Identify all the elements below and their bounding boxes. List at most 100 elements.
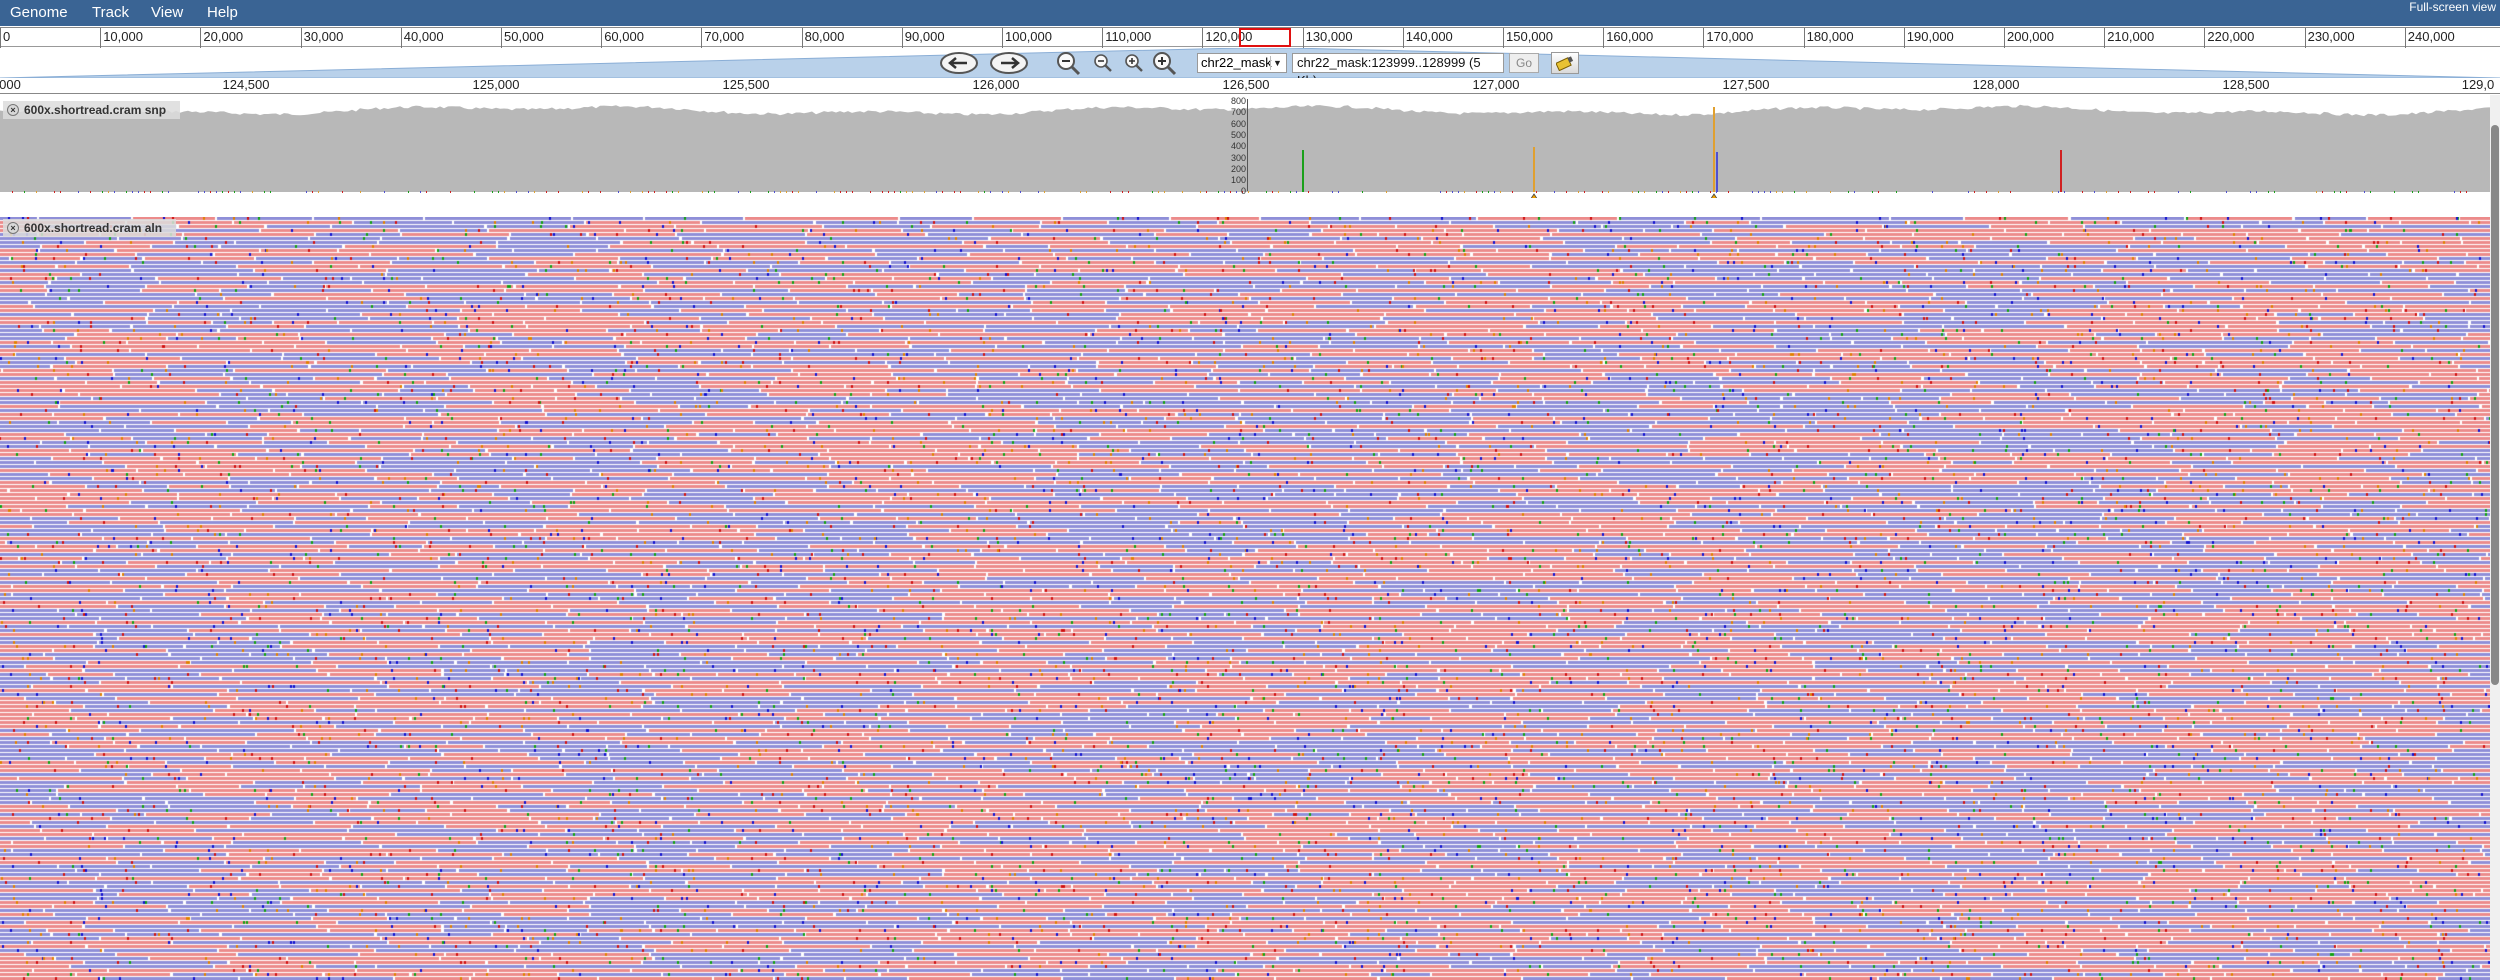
close-icon[interactable]: × xyxy=(7,104,19,116)
detail-ruler-tick-label: 127,000 xyxy=(1472,77,1520,92)
mismatch-tick xyxy=(1710,191,1711,193)
mismatch-tick xyxy=(1464,191,1465,193)
mismatch-tick xyxy=(1854,191,1855,193)
mismatch-tick xyxy=(234,191,235,193)
mismatch-tick xyxy=(1584,191,1585,193)
detail-ruler-tick-label: 129,0 xyxy=(2461,77,2495,92)
zoom-out-small-button[interactable] xyxy=(1092,50,1114,76)
mismatch-tick xyxy=(2082,191,2083,193)
overview-tick-label: 110,000 xyxy=(1102,28,1151,48)
mismatch-tick xyxy=(1536,191,1537,193)
menu-genome[interactable]: Genome xyxy=(6,0,72,26)
snp-marker[interactable] xyxy=(1302,150,1304,192)
mismatch-tick xyxy=(768,191,769,193)
menu-view[interactable]: View xyxy=(147,0,187,26)
arrow-right-icon xyxy=(990,52,1028,74)
mismatch-tick xyxy=(1974,191,1975,193)
track-area[interactable]: 800 700 600 500 400 300 200 100 0 × 600x.shortre… xyxy=(0,95,2500,980)
mismatch-tick xyxy=(1896,191,1897,193)
overview-tick-label: 100,000 xyxy=(1002,28,1052,48)
mismatch-tick xyxy=(228,191,229,193)
mismatch-tick xyxy=(2412,191,2413,193)
mismatch-tick xyxy=(1692,191,1693,193)
alignment-reads-canvas[interactable] xyxy=(0,217,2490,980)
scrollbar-thumb[interactable] xyxy=(2491,125,2499,685)
zoom-out-icon xyxy=(1057,52,1081,76)
highlight-button[interactable] xyxy=(1551,52,1579,74)
pan-right-button[interactable] xyxy=(988,50,1030,76)
mismatch-tick xyxy=(1566,191,1567,193)
mismatch-tick xyxy=(2268,191,2269,193)
mismatch-tick xyxy=(774,191,775,193)
mismatch-tick xyxy=(54,191,55,193)
snp-track-label[interactable]: × 600x.shortread.cram snp xyxy=(3,101,181,119)
mismatch-tick xyxy=(1362,191,1363,193)
mismatch-tick xyxy=(2226,191,2227,193)
snp-marker[interactable] xyxy=(1713,107,1715,192)
mismatch-tick xyxy=(2052,191,2053,193)
mismatch-tick xyxy=(474,191,475,193)
mismatch-tick xyxy=(1500,191,1501,193)
snp-marker[interactable] xyxy=(1533,147,1535,192)
mismatch-tick xyxy=(1296,191,1297,193)
alignments-track-label[interactable]: × 600x.shortread.cram aln xyxy=(3,219,177,237)
coverage-scale-label: 0 xyxy=(1240,186,1246,197)
overview-tick-label: 230,000 xyxy=(2304,28,2355,48)
detail-ruler-tick-label: 126,000 xyxy=(972,77,1020,92)
close-icon[interactable]: × xyxy=(7,222,19,234)
detail-ruler-tick-label: 127,500 xyxy=(1722,77,1770,92)
mismatch-tick xyxy=(264,191,265,193)
mismatch-tick xyxy=(1110,191,1111,193)
chevron-down-icon: ▼ xyxy=(1270,56,1284,70)
mismatch-tick xyxy=(2334,191,2335,193)
overview-tick-label: 80,000 xyxy=(801,28,844,48)
mismatch-tick xyxy=(1290,191,1291,193)
overview-tick-label: 40,000 xyxy=(400,28,444,48)
mismatch-tick xyxy=(1386,191,1387,193)
mismatch-tick xyxy=(2346,191,2347,193)
menu-track[interactable]: Track xyxy=(88,0,133,26)
go-button[interactable]: Go xyxy=(1509,53,1539,73)
mismatch-tick xyxy=(1698,191,1699,193)
mismatch-tick xyxy=(708,191,709,193)
overview-tick-label: 190,000 xyxy=(1903,28,1954,48)
mismatch-tick xyxy=(2418,191,2419,193)
zoom-in-small-button[interactable] xyxy=(1123,50,1145,76)
mismatch-tick xyxy=(630,191,631,193)
mismatch-tick xyxy=(24,191,25,193)
mismatch-tick xyxy=(618,191,619,193)
mismatch-tick xyxy=(534,191,535,193)
zoom-in-big-button[interactable] xyxy=(1150,50,1180,76)
mismatch-tick xyxy=(2316,191,2317,193)
snp-marker[interactable] xyxy=(2060,150,2062,192)
mismatch-tick xyxy=(1248,191,1249,193)
mismatch-tick xyxy=(1482,191,1483,193)
mismatch-tick xyxy=(132,191,133,193)
mismatch-tick xyxy=(168,191,169,193)
mismatch-tick xyxy=(852,191,853,193)
mismatch-tick xyxy=(1122,191,1123,193)
mismatch-tick xyxy=(1602,191,1603,193)
overview-tick-label: 140,000 xyxy=(1402,28,1453,48)
highlighter-icon xyxy=(1556,56,1574,71)
mismatch-tick xyxy=(1758,191,1759,193)
snp-marker[interactable] xyxy=(1716,152,1718,192)
menu-help[interactable]: Help xyxy=(203,0,242,26)
overview-location-box[interactable] xyxy=(1239,28,1291,47)
reference-sequence-select[interactable]: chr22_mask ▼ xyxy=(1197,53,1287,73)
mismatch-tick xyxy=(1338,191,1339,193)
mismatch-tick xyxy=(2010,191,2011,193)
mismatch-tick xyxy=(1080,191,1081,193)
fullscreen-view-link[interactable]: Full-screen view xyxy=(2409,0,2496,14)
zoom-out-big-button[interactable] xyxy=(1054,50,1084,76)
location-input[interactable]: chr22_mask:123999..128999 (5 Kb) xyxy=(1292,53,1504,88)
coverage-scale-label: 800 xyxy=(1230,96,1246,106)
detail-ruler[interactable]: 000 124,500 125,000 125,500 126,000 126,500 12… xyxy=(0,78,2500,94)
mismatch-tick xyxy=(252,191,253,193)
mismatch-tick xyxy=(1632,191,1633,193)
mismatch-tick xyxy=(12,191,13,193)
mismatch-tick xyxy=(1716,191,1717,193)
mismatch-tick xyxy=(738,191,739,193)
overview-tick-label: 50,000 xyxy=(501,28,544,48)
pan-left-button[interactable] xyxy=(938,50,980,76)
